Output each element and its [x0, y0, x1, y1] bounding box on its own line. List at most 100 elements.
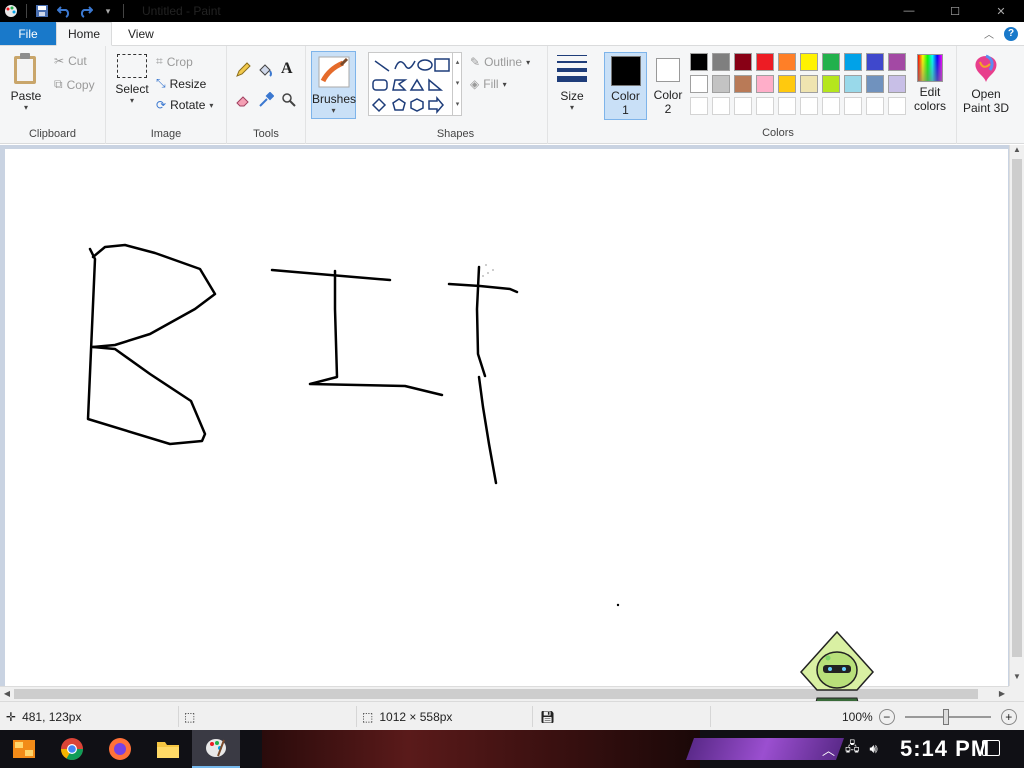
customize-qat-icon[interactable]: ▾ [99, 2, 117, 20]
scroll-right-icon[interactable]: ▶ [995, 687, 1009, 701]
image-size: ⬚ 1012 × 558px [362, 702, 452, 731]
fill-button[interactable]: ◈ Fill ▾ [470, 77, 507, 91]
file-explorer-icon[interactable] [144, 730, 192, 768]
custom-color-slot[interactable] [756, 97, 774, 115]
image-group-label: Image [150, 128, 182, 140]
palette-swatch[interactable] [734, 75, 752, 93]
paint-app-icon[interactable] [2, 2, 20, 20]
magnifier-icon[interactable] [281, 92, 297, 111]
close-button[interactable]: ✕ [978, 0, 1024, 22]
text-icon[interactable]: A [281, 60, 293, 78]
palette-swatch[interactable] [888, 53, 906, 71]
edit-colors-button[interactable]: Edit colors [910, 54, 950, 113]
palette-swatch[interactable] [756, 53, 774, 71]
minimize-button[interactable]: — [886, 0, 932, 22]
cut-button[interactable]: ✂ Cut [54, 54, 87, 68]
custom-color-slot[interactable] [800, 97, 818, 115]
palette-swatch[interactable] [822, 75, 840, 93]
network-icon[interactable]: 🖧︎ [845, 738, 860, 760]
redo-icon[interactable] [77, 2, 95, 20]
palette-swatch[interactable] [690, 75, 708, 93]
palette-swatch[interactable] [690, 53, 708, 71]
brushes-dropdown-icon[interactable]: ▾ [312, 106, 355, 115]
copy-button[interactable]: ⧉ Copy [54, 77, 95, 92]
palette-swatch[interactable] [844, 75, 862, 93]
palette-swatch[interactable] [734, 53, 752, 71]
custom-color-slot[interactable] [888, 97, 906, 115]
palette-swatch[interactable] [712, 53, 730, 71]
taskbar-clock[interactable]: 5:14 PM [900, 730, 990, 768]
paste-button[interactable]: Paste ▾ [6, 52, 46, 112]
resize-button[interactable]: ⤡ Resize [156, 76, 206, 91]
shapes-scroll[interactable]: ▴ ▾ ▾ [452, 52, 462, 116]
select-dropdown-icon[interactable]: ▾ [112, 96, 152, 105]
color1-number: 1 [622, 103, 629, 117]
color2-swatch [656, 58, 680, 82]
custom-color-slot[interactable] [778, 97, 796, 115]
select-label: Select [115, 82, 149, 96]
maximize-button[interactable]: ☐ [932, 0, 978, 22]
palette-swatch[interactable] [888, 75, 906, 93]
rotate-dropdown-icon[interactable]: ▾ [209, 101, 213, 110]
tab-home[interactable]: Home [56, 22, 112, 46]
size-dropdown-icon[interactable]: ▾ [552, 103, 592, 112]
palette-swatch[interactable] [866, 75, 884, 93]
drawing-canvas[interactable] [5, 149, 1008, 686]
notifications-icon[interactable] [982, 740, 1000, 756]
palette-swatch[interactable] [778, 75, 796, 93]
paste-dropdown-icon[interactable]: ▾ [6, 103, 46, 112]
custom-color-slot[interactable] [712, 97, 730, 115]
undo-icon[interactable] [55, 2, 73, 20]
palette-swatch[interactable] [800, 75, 818, 93]
collapse-ribbon-icon[interactable]: ︿ [984, 26, 994, 41]
select-button[interactable]: Select ▾ [112, 54, 152, 105]
disk-icon: 💾︎ [540, 709, 556, 724]
brushes-button[interactable]: Brushes ▾ [311, 51, 356, 119]
palette-swatch[interactable] [756, 75, 774, 93]
custom-color-slot[interactable] [734, 97, 752, 115]
scroll-up-icon[interactable]: ▲ [1010, 145, 1024, 159]
palette-swatch[interactable] [822, 53, 840, 71]
pencil-icon[interactable] [235, 62, 251, 81]
custom-color-slot[interactable] [822, 97, 840, 115]
palette-swatch[interactable] [778, 53, 796, 71]
color1-button[interactable]: Color 1 [604, 52, 647, 120]
firefox-icon[interactable] [96, 730, 144, 768]
color2-button[interactable]: Color 2 [649, 52, 687, 120]
custom-color-slot[interactable] [866, 97, 884, 115]
palette-swatch[interactable] [800, 53, 818, 71]
palette-swatch[interactable] [712, 75, 730, 93]
zoom-out-icon[interactable]: − [878, 708, 895, 725]
color-picker-icon[interactable] [258, 91, 275, 111]
paint-icon[interactable] [192, 730, 240, 768]
zoom-slider-thumb[interactable] [942, 708, 949, 725]
size-button[interactable]: Size ▾ [552, 52, 592, 112]
crop-button[interactable]: ⌗ Crop [156, 54, 193, 69]
vertical-scroll-thumb[interactable] [1012, 159, 1022, 657]
zoom-in-icon[interactable]: + [1000, 708, 1017, 725]
open-paint3d-button[interactable]: Open Paint 3D [960, 54, 1012, 115]
tray-overflow-icon[interactable]: ︿ [822, 740, 835, 759]
zoom-slider[interactable] [904, 708, 991, 725]
fill-bucket-icon[interactable] [257, 62, 273, 81]
eraser-icon[interactable] [235, 92, 251, 111]
help-icon[interactable]: ? [1004, 26, 1018, 41]
image-size-value: 1012 × 558px [379, 709, 453, 724]
save-icon[interactable] [33, 2, 51, 20]
paint3d-icon [975, 54, 997, 82]
color2-number: 2 [664, 102, 672, 116]
outline-button[interactable]: ✎ Outline ▾ [470, 55, 530, 69]
tab-file[interactable]: File [0, 22, 56, 45]
custom-color-slot[interactable] [844, 97, 862, 115]
scroll-down-icon[interactable]: ▼ [1010, 672, 1024, 686]
palette-swatch[interactable] [844, 53, 862, 71]
custom-color-slot[interactable] [690, 97, 708, 115]
tab-view[interactable]: View [112, 22, 170, 45]
volume-icon[interactable]: 🔊︎ [870, 741, 878, 757]
start-icon[interactable] [0, 730, 48, 768]
vertical-scrollbar[interactable]: ▲ ▼ [1009, 145, 1024, 686]
palette-swatch[interactable] [866, 53, 884, 71]
rotate-button[interactable]: ⟳ Rotate ▾ [156, 98, 213, 112]
scroll-left-icon[interactable]: ◀ [0, 687, 14, 701]
chrome-icon[interactable] [48, 730, 96, 768]
